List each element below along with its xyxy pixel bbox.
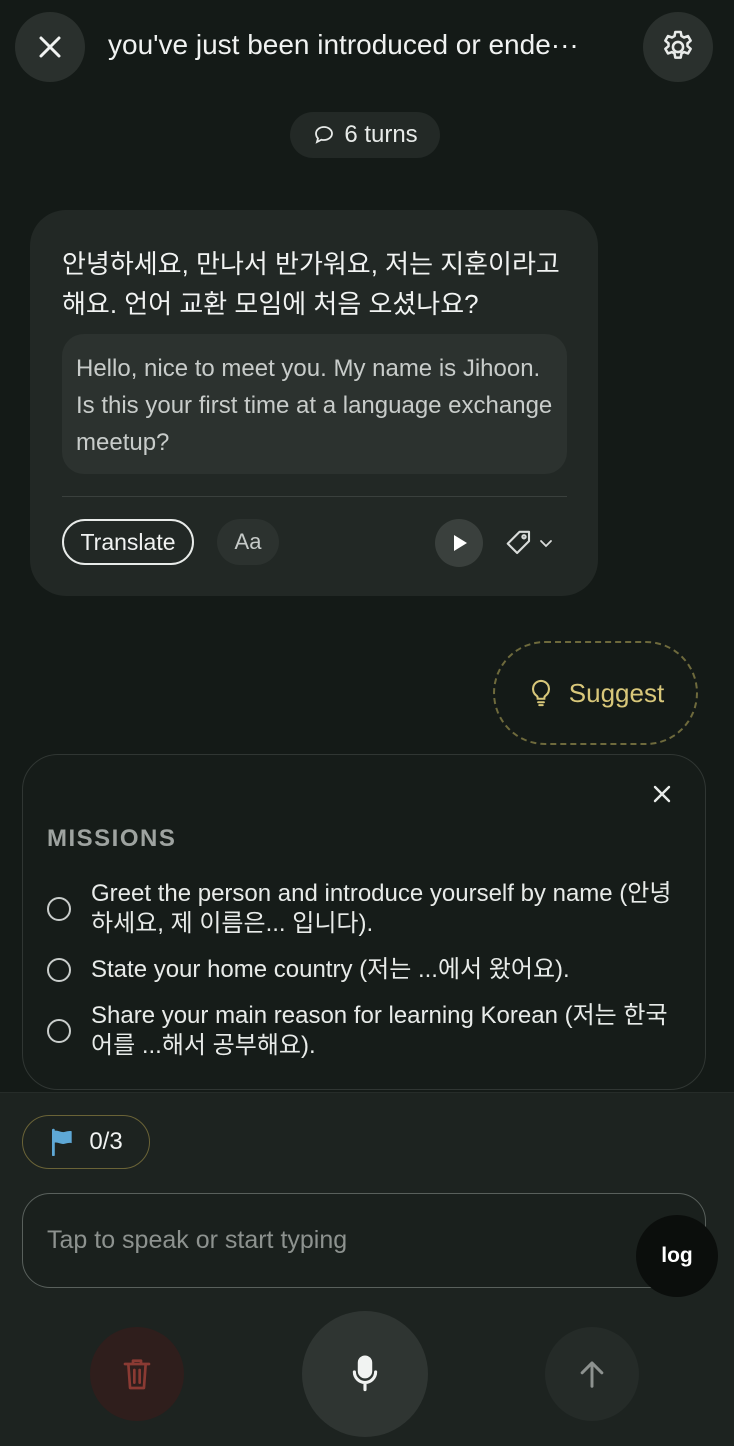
chat-bubble-icon bbox=[315, 126, 334, 144]
mission-item[interactable]: State your home country (저는 ...에서 왔어요). bbox=[47, 955, 687, 985]
message-input[interactable] bbox=[47, 1222, 607, 1258]
microphone-button[interactable] bbox=[302, 1311, 428, 1437]
missions-panel: MISSIONS Greet the person and introduce … bbox=[22, 754, 706, 1090]
lightbulb-icon bbox=[531, 679, 550, 707]
font-size-button[interactable]: Aa bbox=[217, 519, 279, 565]
gear-icon bbox=[664, 30, 692, 59]
send-button[interactable] bbox=[545, 1327, 639, 1421]
missions-title: MISSIONS bbox=[47, 825, 177, 852]
close-button[interactable] bbox=[15, 12, 85, 82]
mission-text: Share your main reason for learning Kore… bbox=[91, 1002, 668, 1059]
mission-text: Greet the person and introduce yourself … bbox=[91, 880, 672, 937]
close-icon bbox=[653, 785, 671, 803]
microphone-icon bbox=[352, 1355, 378, 1392]
play-audio-button[interactable] bbox=[435, 519, 483, 567]
translate-button[interactable]: Translate bbox=[62, 519, 194, 565]
page-title: you've just been introduced or ende··· bbox=[108, 29, 579, 60]
conversation-screen: you've just been introduced or ende··· 6… bbox=[0, 0, 734, 1446]
composer-area: 0/3 log bbox=[0, 1092, 734, 1446]
tag-dropdown-button[interactable] bbox=[504, 526, 560, 560]
mission-text: State your home country (저는 ...에서 왔어요). bbox=[91, 956, 570, 983]
play-icon bbox=[454, 535, 467, 551]
delete-button[interactable] bbox=[90, 1327, 184, 1421]
divider bbox=[62, 496, 567, 497]
tag-icon bbox=[506, 530, 531, 555]
mission-checkbox[interactable] bbox=[47, 958, 71, 982]
mission-progress-label: 0/3 bbox=[89, 1128, 123, 1155]
suggest-label: Suggest bbox=[568, 677, 665, 708]
arrow-up-icon bbox=[580, 1361, 604, 1388]
chevron-down-icon bbox=[540, 540, 552, 548]
mission-item[interactable]: Greet the person and introduce yourself … bbox=[47, 879, 687, 939]
mission-item[interactable]: Share your main reason for learning Kore… bbox=[47, 1001, 687, 1061]
message-input-box[interactable] bbox=[22, 1193, 706, 1288]
close-icon bbox=[39, 36, 61, 58]
message-korean: 안녕하세요, 만나서 반가워요, 저는 지훈이라고 해요. 언어 교환 모임에 … bbox=[62, 249, 560, 319]
turns-label: 6 turns bbox=[344, 121, 418, 148]
missions-close-button[interactable] bbox=[647, 779, 677, 809]
log-button[interactable]: log bbox=[636, 1215, 718, 1297]
mission-checkbox[interactable] bbox=[47, 1019, 71, 1043]
mission-progress-chip[interactable]: 0/3 bbox=[22, 1115, 150, 1169]
message-translation: Hello, nice to meet you. My name is Jiho… bbox=[62, 334, 567, 474]
settings-button[interactable] bbox=[643, 12, 713, 82]
suggest-button[interactable]: Suggest bbox=[493, 641, 698, 745]
mission-checkbox[interactable] bbox=[47, 897, 71, 921]
trash-icon bbox=[123, 1359, 151, 1390]
message-bubble: 안녕하세요, 만나서 반가워요, 저는 지훈이라고 해요. 언어 교환 모임에 … bbox=[30, 210, 598, 596]
turns-counter: 6 turns bbox=[290, 112, 440, 158]
flag-icon bbox=[52, 1128, 73, 1156]
